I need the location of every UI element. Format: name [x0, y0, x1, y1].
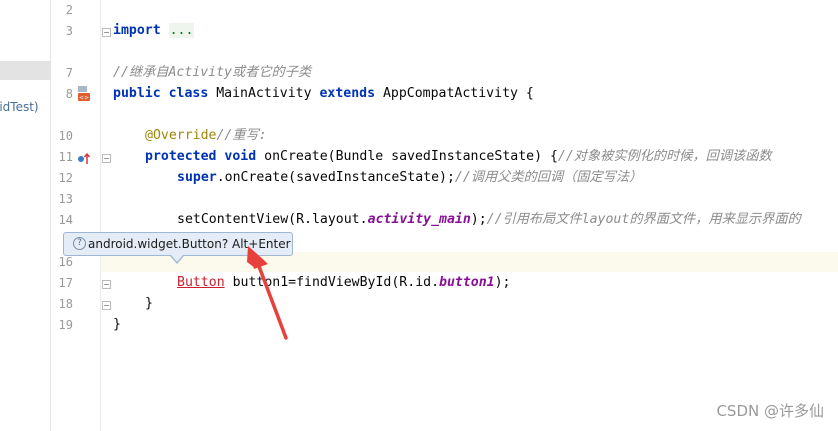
annotation-arrow [247, 246, 288, 340]
watermark: CSDN @许多仙 [716, 402, 824, 420]
